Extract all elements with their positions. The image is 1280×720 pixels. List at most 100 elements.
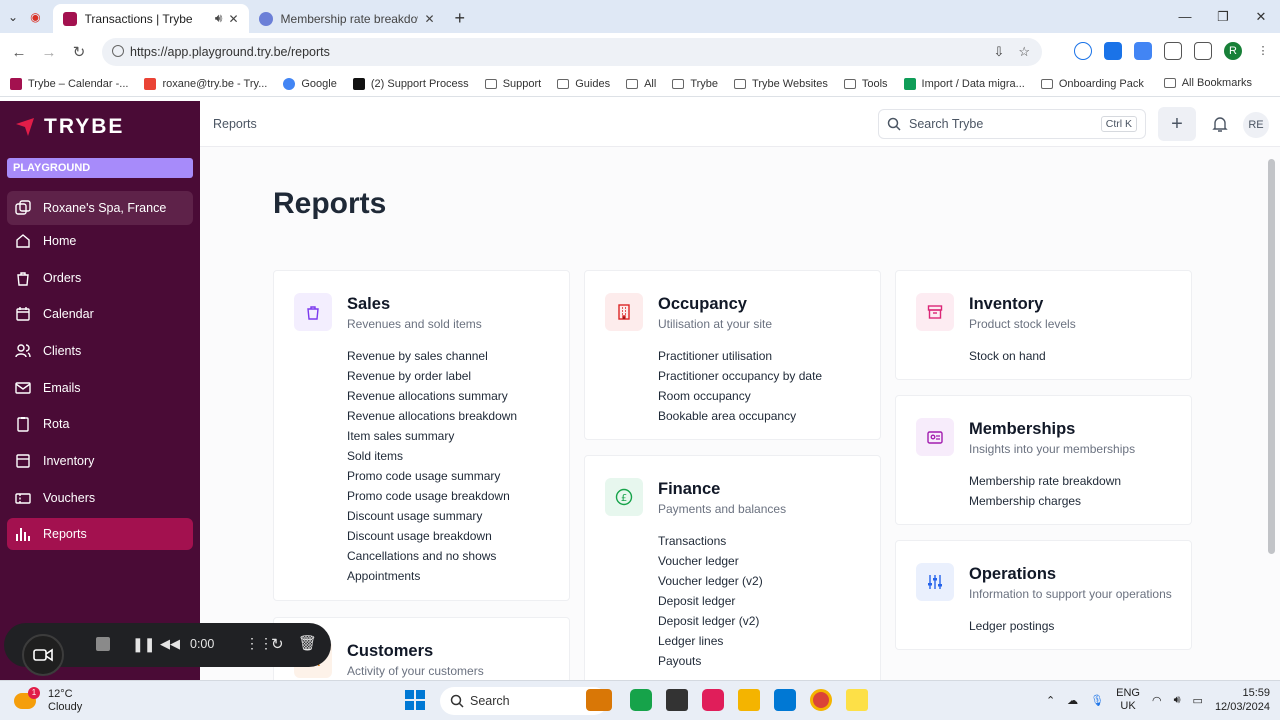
bookmark-folder[interactable]: All bbox=[626, 78, 656, 90]
restart-icon[interactable]: ↻ bbox=[271, 635, 284, 653]
report-link[interactable]: Ledger lines bbox=[658, 631, 763, 651]
app-icon[interactable] bbox=[666, 689, 688, 711]
create-button[interactable]: + bbox=[1158, 107, 1196, 141]
bookmark-item[interactable]: Import / Data migra... bbox=[903, 77, 1025, 90]
wifi-icon[interactable]: ◠ bbox=[1152, 694, 1162, 707]
sidebar-item-reports[interactable]: Reports bbox=[7, 518, 193, 550]
back-icon[interactable]: ← bbox=[4, 44, 34, 61]
sidebar-item-clients[interactable]: Clients bbox=[7, 335, 193, 367]
close-window-icon[interactable]: ✕ bbox=[1242, 9, 1280, 25]
slack-icon[interactable] bbox=[702, 689, 724, 711]
report-link[interactable]: Voucher ledger (v2) bbox=[658, 571, 763, 591]
report-link[interactable]: Practitioner occupancy by date bbox=[658, 366, 822, 386]
sidebar-item-inventory[interactable]: Inventory bbox=[7, 445, 193, 477]
reload-icon[interactable]: ↻ bbox=[64, 43, 94, 61]
bookmark-item[interactable]: roxane@try.be - Try... bbox=[144, 77, 267, 90]
battery-icon[interactable]: ▭ bbox=[1193, 694, 1203, 707]
sidebar-item-orders[interactable]: Orders bbox=[7, 262, 193, 294]
bookmark-item[interactable]: Google bbox=[283, 77, 337, 90]
site-selector[interactable]: Roxane's Spa, France bbox=[7, 191, 193, 225]
extension-icon[interactable] bbox=[1104, 42, 1122, 60]
minimize-icon[interactable]: — bbox=[1166, 9, 1204, 24]
store-icon[interactable] bbox=[774, 689, 796, 711]
bookmark-folder[interactable]: Onboarding Pack bbox=[1040, 78, 1144, 90]
bookmark-item[interactable]: Trybe – Calendar -... bbox=[10, 77, 128, 90]
rewind-icon[interactable]: ◀◀ bbox=[160, 636, 180, 652]
browser-tab-transactions[interactable]: Transactions | Trybe 🔊︎ ✕ bbox=[52, 4, 249, 33]
sidebar-item-home[interactable]: Home bbox=[7, 225, 193, 257]
translate-icon[interactable] bbox=[1134, 42, 1152, 60]
avatar[interactable]: RE bbox=[1243, 112, 1269, 138]
install-icon[interactable]: ⇩ bbox=[993, 44, 1004, 60]
scrollbar[interactable] bbox=[1268, 159, 1275, 554]
sidepanel-icon[interactable] bbox=[1194, 42, 1212, 60]
camera-button[interactable] bbox=[22, 634, 64, 676]
report-link[interactable]: Practitioner utilisation bbox=[658, 346, 822, 366]
report-link[interactable]: Membership charges bbox=[969, 491, 1121, 511]
report-link[interactable]: Revenue by order label bbox=[347, 366, 517, 386]
file-explorer-icon[interactable] bbox=[738, 689, 760, 711]
bookmark-star-icon[interactable]: ☆ bbox=[1018, 44, 1030, 60]
report-link[interactable]: Ledger postings bbox=[969, 616, 1054, 636]
tab-search-icon[interactable]: ⌄ bbox=[8, 10, 18, 24]
bookmark-folder[interactable]: Trybe bbox=[672, 78, 718, 90]
microphone-icon[interactable]: 🎙︎ bbox=[1090, 694, 1104, 707]
volume-icon[interactable]: 🔊︎ bbox=[1174, 694, 1181, 707]
chrome-icon[interactable] bbox=[810, 689, 832, 711]
weather-widget[interactable]: 1 12°C Cloudy bbox=[14, 687, 82, 714]
windows-start-icon[interactable] bbox=[405, 690, 427, 712]
trybe-logo[interactable]: TRYBE bbox=[14, 115, 124, 139]
report-link[interactable]: Deposit ledger bbox=[658, 591, 763, 611]
bookmark-folder[interactable]: Guides bbox=[557, 78, 610, 90]
report-link[interactable]: Promo code usage summary bbox=[347, 466, 517, 486]
taskbar-search[interactable]: Search bbox=[440, 687, 612, 715]
onedrive-icon[interactable]: ☁︎ bbox=[1067, 694, 1078, 707]
browser-tab-membership[interactable]: Membership rate breakdown | ✕ bbox=[249, 4, 445, 33]
site-info-icon[interactable] bbox=[112, 45, 124, 57]
report-link[interactable]: Transactions bbox=[658, 531, 763, 551]
sidebar-item-emails[interactable]: Emails bbox=[7, 372, 193, 404]
puzzle-icon[interactable] bbox=[1164, 42, 1182, 60]
profile-icon[interactable]: R bbox=[1224, 42, 1242, 60]
report-link[interactable]: Payouts bbox=[658, 651, 763, 671]
report-link[interactable]: Revenue allocations breakdown bbox=[347, 406, 517, 426]
sidebar-item-calendar[interactable]: Calendar bbox=[7, 298, 193, 330]
close-tab-icon[interactable]: ✕ bbox=[424, 12, 434, 26]
report-link[interactable]: Stock on hand bbox=[969, 346, 1046, 366]
report-link[interactable]: Bookable area occupancy bbox=[658, 406, 822, 426]
forward-icon[interactable]: → bbox=[34, 44, 64, 61]
bookmark-item[interactable]: (2) Support Process bbox=[352, 77, 469, 90]
close-tab-icon[interactable]: ✕ bbox=[228, 12, 238, 26]
report-link[interactable]: Discount usage summary bbox=[347, 506, 517, 526]
report-link[interactable]: Appointments bbox=[347, 566, 517, 586]
report-link[interactable]: Revenue by sales channel bbox=[347, 346, 517, 366]
report-link[interactable]: Discount usage breakdown bbox=[347, 526, 517, 546]
copilot-icon[interactable] bbox=[630, 689, 652, 711]
search-input[interactable]: Search Trybe Ctrl K bbox=[878, 109, 1146, 139]
report-link[interactable]: Voucher ledger bbox=[658, 551, 763, 571]
report-link[interactable]: Deposit ledger (v2) bbox=[658, 611, 763, 631]
widget-icon[interactable] bbox=[586, 689, 612, 711]
report-link[interactable]: Promo code usage breakdown bbox=[347, 486, 517, 506]
record-icon[interactable]: ◉ bbox=[30, 10, 40, 24]
pause-icon[interactable]: ❚❚ bbox=[132, 636, 155, 653]
all-bookmarks[interactable]: All Bookmarks bbox=[1163, 77, 1252, 89]
extension-icon[interactable] bbox=[1074, 42, 1092, 60]
sidebar-item-rota[interactable]: Rota bbox=[7, 408, 193, 440]
sidebar-item-vouchers[interactable]: Vouchers bbox=[7, 482, 193, 514]
maximize-icon[interactable]: ❐ bbox=[1204, 9, 1242, 25]
report-link[interactable]: Room occupancy bbox=[658, 386, 822, 406]
new-tab-icon[interactable]: + bbox=[455, 4, 466, 33]
chevron-up-icon[interactable]: ⌃ bbox=[1046, 694, 1055, 707]
report-link[interactable]: Sold items bbox=[347, 446, 517, 466]
report-link[interactable]: Membership rate breakdown bbox=[969, 471, 1121, 491]
clock[interactable]: 15:59 12/03/2024 bbox=[1215, 686, 1270, 714]
bell-icon[interactable] bbox=[1212, 115, 1228, 133]
bookmark-folder[interactable]: Tools bbox=[843, 78, 888, 90]
report-link[interactable]: Revenue allocations summary bbox=[347, 386, 517, 406]
bookmark-folder[interactable]: Support bbox=[484, 78, 541, 90]
url-input[interactable]: https://app.playground.try.be/reports ⇩ … bbox=[102, 38, 1042, 66]
grid-icon[interactable]: ⋮⋮ bbox=[245, 635, 273, 652]
sticky-notes-icon[interactable] bbox=[846, 689, 868, 711]
trash-icon[interactable]: 🗑︎ bbox=[298, 634, 317, 652]
